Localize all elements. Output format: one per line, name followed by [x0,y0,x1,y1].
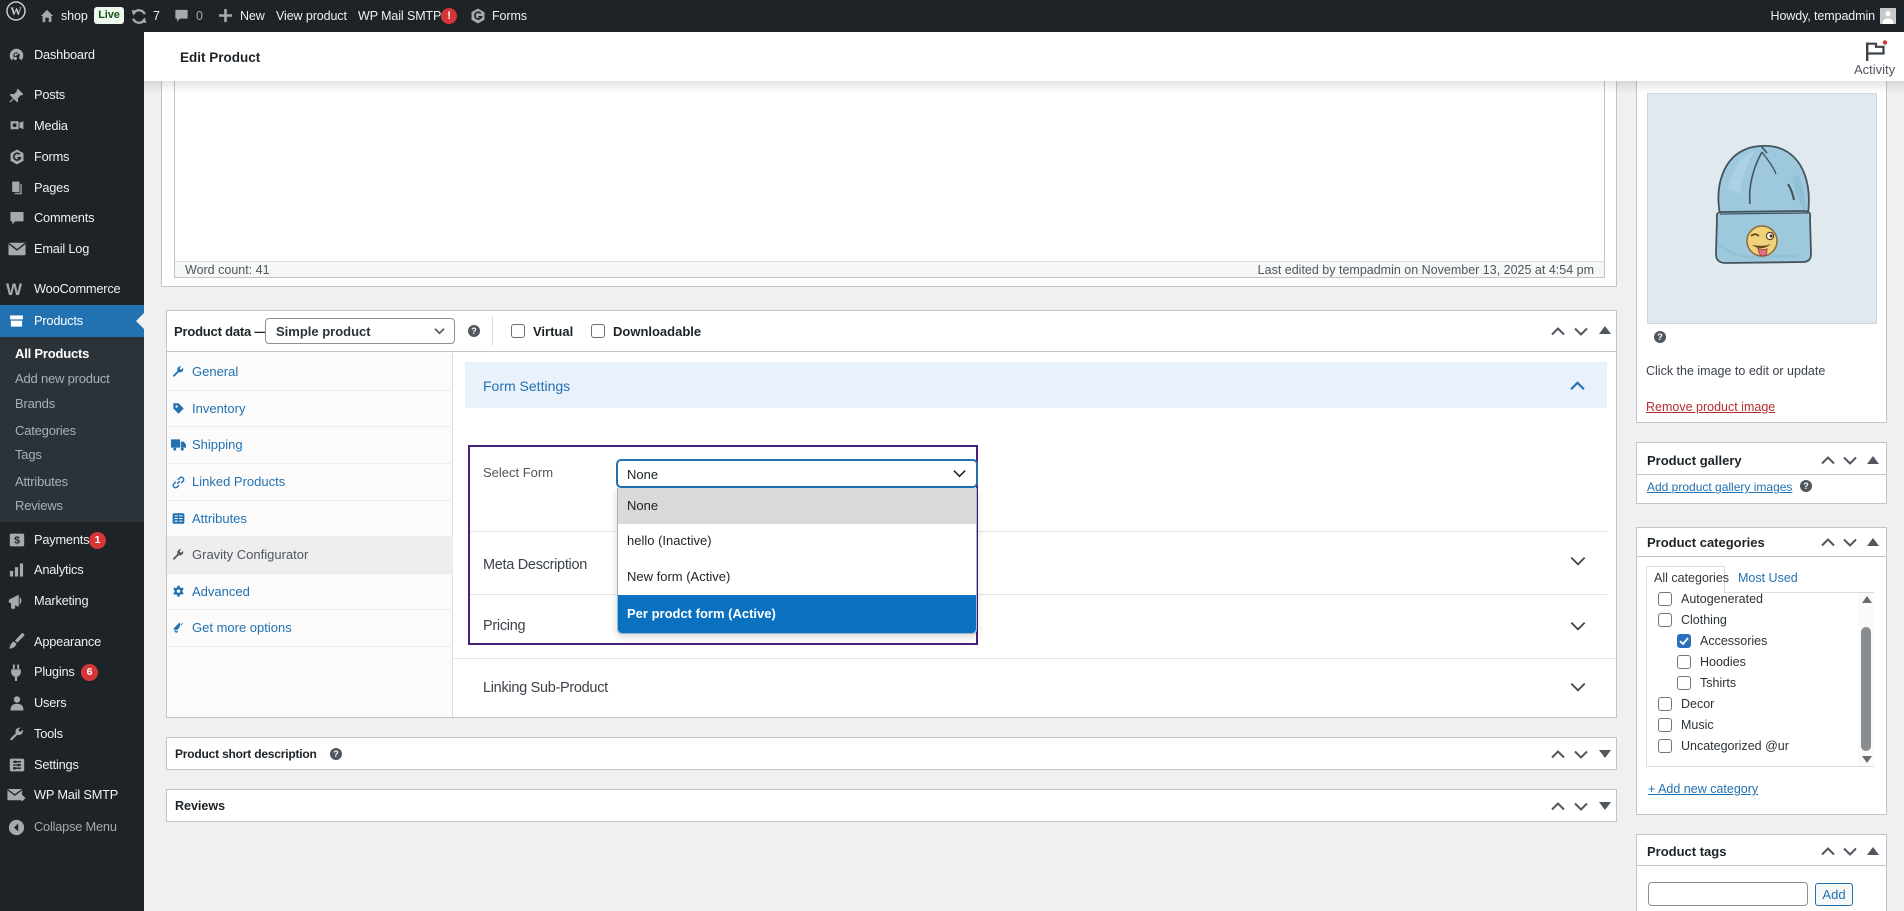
svg-text:$: $ [14,536,20,547]
svg-text:W: W [6,280,23,298]
